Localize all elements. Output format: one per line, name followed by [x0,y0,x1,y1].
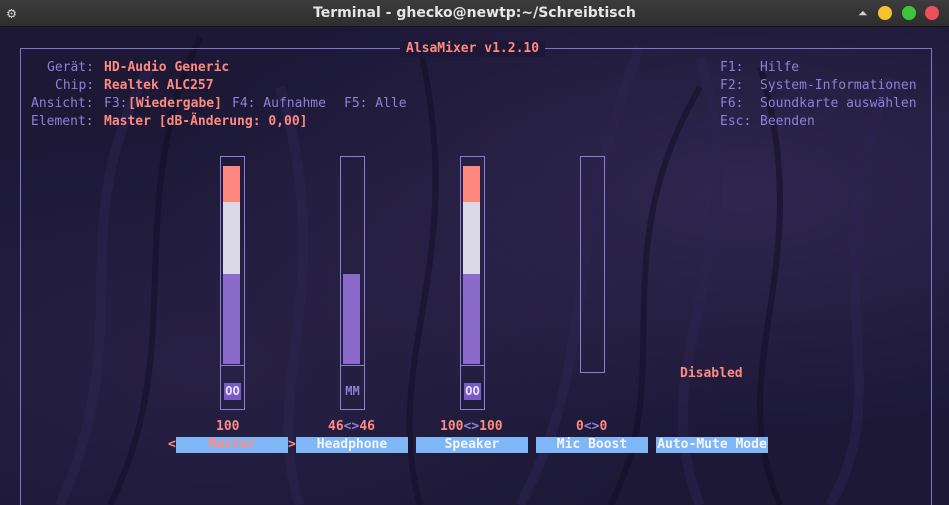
headphone-meter-purple [343,274,360,364]
master-meter-red [223,166,240,202]
auto-mute-status: Disabled [680,366,743,381]
view-label: Ansicht: [31,96,94,111]
master-meter-purple [223,274,240,364]
master-volume-meter[interactable] [220,156,245,366]
minimize-button[interactable] [878,6,892,20]
headphone-mute-box[interactable]: MM [340,365,365,410]
channel-speaker[interactable]: Speaker [416,437,528,453]
close-button[interactable] [925,6,939,20]
mic-boost-meter[interactable] [580,156,605,373]
terminal-area[interactable]: AlsaMixer v1.2.10 Gerät: HD-Audio Generi… [0,27,949,505]
master-meter-white [223,202,240,274]
channel-mic-boost[interactable]: Mic Boost [536,437,648,453]
view-all[interactable]: F5: Alle [344,96,407,112]
view-playback[interactable]: [Wiedergabe] [128,96,222,112]
speaker-meter-red [463,166,480,202]
window-title: Terminal - ghecko@newtp:~/Schreibtisch [313,5,636,21]
selection-bracket-left: < [168,437,176,452]
help-key-esc: Esc: [720,114,752,129]
element-value: Master [dB-Änderung: 0,00] [104,114,308,129]
help-text-f1[interactable]: Hilfe [760,60,799,76]
view-capture[interactable]: F4: Aufnahme [232,96,326,112]
master-volume-value: 100 [216,419,240,434]
maximize-button[interactable] [902,6,916,20]
master-mute-toggle[interactable]: OO [224,383,241,400]
selection-bracket-right: > [288,437,296,452]
headphone-mute-toggle[interactable]: MM [344,383,361,400]
channel-master[interactable]: Master [176,437,288,453]
shade-icon[interactable]: ⏶ [858,5,868,21]
help-text-f6[interactable]: Soundkarte auswählen [760,96,917,112]
speaker-mute-toggle[interactable]: OO [464,383,481,400]
speaker-mute-box[interactable]: OO [460,365,485,410]
master-mute-box[interactable]: OO [220,365,245,410]
speaker-meter-white [463,202,480,274]
alsamixer-title: AlsaMixer v1.2.10 [400,41,546,57]
help-key-f1: F1: [720,60,744,75]
help-text-esc[interactable]: Beenden [760,114,815,130]
speaker-volume-meter[interactable] [460,156,485,366]
device-label: Gerät: [47,60,94,75]
device-value: HD-Audio Generic [104,60,230,75]
channel-auto-mute-mode[interactable]: Auto-Mute Mode [656,437,768,453]
channel-headphone[interactable]: Headphone [296,437,408,453]
mic-boost-volume-value: 0<>0 [576,419,608,434]
headphone-volume-value: 46<>46 [328,419,375,434]
help-text-f2[interactable]: System-Informationen [760,78,917,94]
chip-value: Realtek ALC257 [104,78,214,93]
title-bar[interactable]: ⚙ Terminal - ghecko@newtp:~/Schreibtisch… [0,0,949,27]
speaker-volume-value: 100<>100 [440,419,503,434]
help-key-f2: F2: [720,78,744,93]
speaker-meter-purple [463,274,480,364]
chip-label: Chip: [55,78,95,93]
help-key-f6: F6: [720,96,744,111]
headphone-volume-meter[interactable] [340,156,365,366]
terminal-window: ⚙ Terminal - ghecko@newtp:~/Schreibtisch… [0,0,949,505]
view-f3-key: F3: [104,96,128,111]
element-label: Element: [31,114,94,129]
